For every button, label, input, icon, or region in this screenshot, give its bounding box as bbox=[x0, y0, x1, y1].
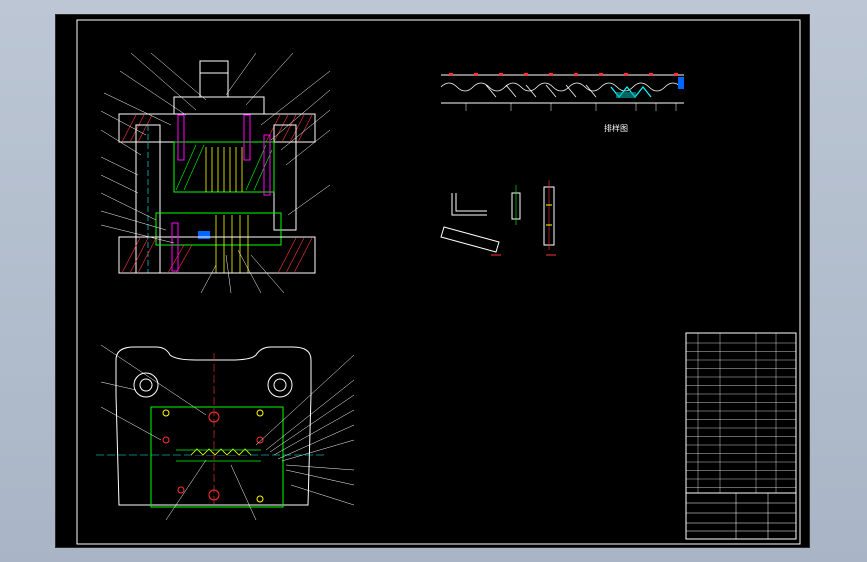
drawing-sheet: 排样图 bbox=[55, 14, 810, 548]
guide-bush-left bbox=[133, 372, 159, 398]
part-isometric-view bbox=[440, 226, 500, 253]
die-set-outline bbox=[115, 346, 312, 506]
insert-block bbox=[198, 231, 210, 239]
die-plate-outline bbox=[150, 406, 284, 508]
sheet-border bbox=[76, 19, 801, 545]
guide-bush-right bbox=[267, 372, 293, 398]
screw-right bbox=[243, 114, 251, 161]
cad-drawing-canvas: 排样图 bbox=[76, 19, 801, 545]
plan-view bbox=[96, 344, 355, 521]
mold-shank bbox=[199, 60, 229, 98]
strip-layout: 排样图 bbox=[440, 73, 684, 133]
title-block-frame bbox=[685, 492, 797, 540]
punch-holder bbox=[173, 96, 265, 115]
lower-die-plate bbox=[118, 236, 316, 274]
upper-die-plate bbox=[118, 113, 316, 143]
title-block bbox=[685, 332, 797, 540]
front-section-view bbox=[100, 52, 331, 294]
parts-list-table bbox=[685, 332, 797, 540]
screw-left bbox=[177, 114, 185, 161]
strip-layout-caption: 排样图 bbox=[604, 123, 628, 133]
lower-die-block bbox=[155, 212, 282, 246]
part-detail-views bbox=[440, 180, 556, 256]
